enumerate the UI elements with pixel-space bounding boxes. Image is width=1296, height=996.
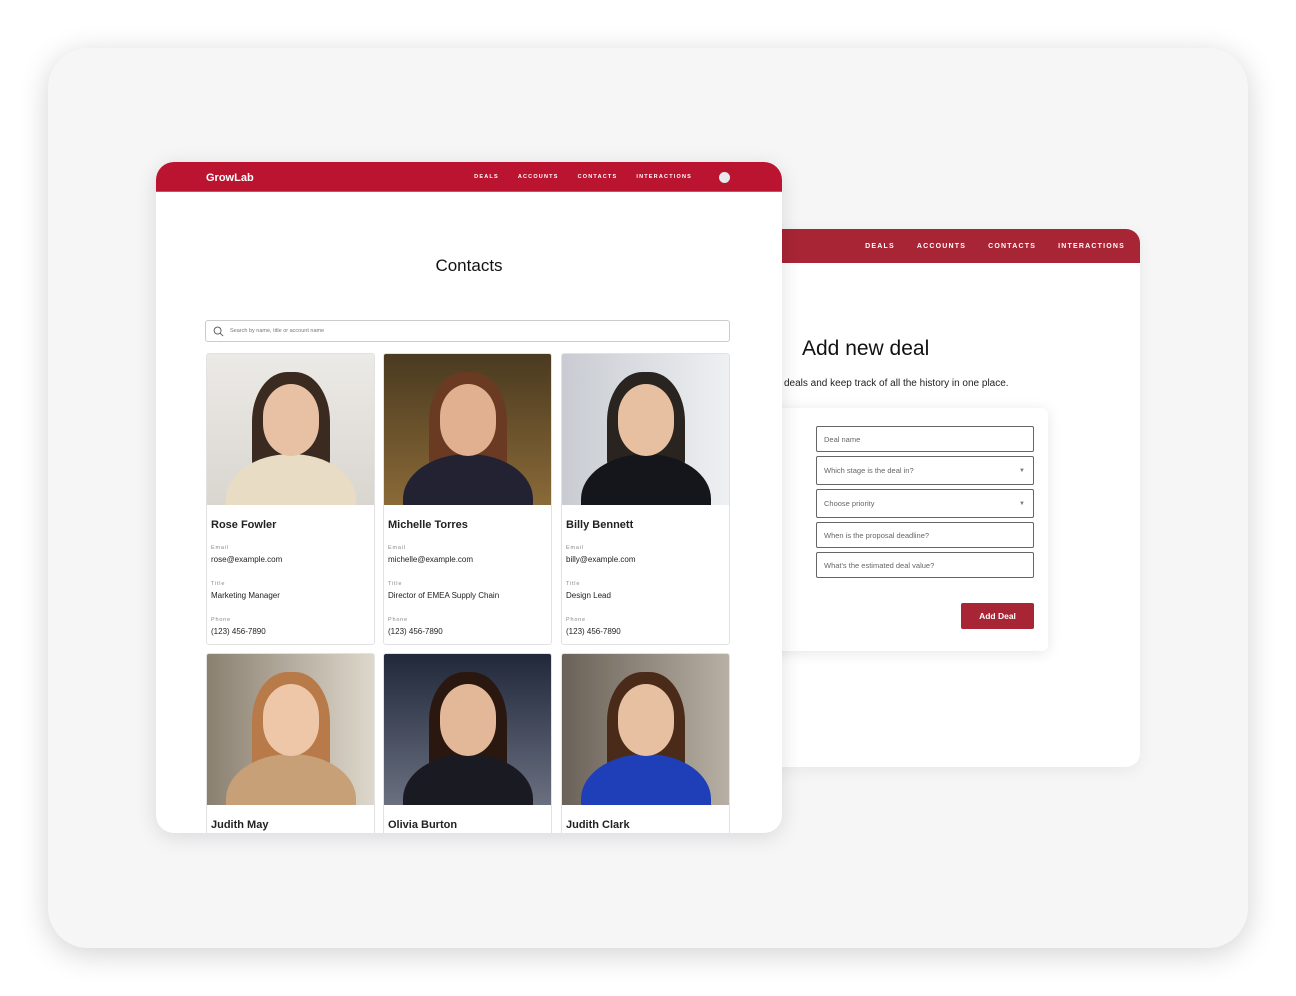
placeholder: What's the estimated deal value? <box>824 560 935 570</box>
placeholder: Which stage is the deal in? <box>824 466 914 475</box>
deal-header-nav: DEALS ACCOUNTS CONTACTS INTERACTIONS <box>770 229 1140 263</box>
email-label: Email <box>566 545 584 551</box>
contact-card[interactable]: Rose Fowler Email rose@example.com Title Ma… <box>206 353 375 645</box>
title-label: Title <box>388 581 403 587</box>
contacts-window: GrowLab DEALS ACCOUNTS CONTACTS INTERACT… <box>156 162 782 833</box>
nav-interactions[interactable]: INTERACTIONS <box>636 174 692 180</box>
stage-select[interactable]: Which stage is the deal in? ▼ <box>816 456 1034 485</box>
title-label: Title <box>566 581 581 587</box>
contacts-header: GrowLab DEALS ACCOUNTS CONTACTS INTERACT… <box>156 162 782 192</box>
search-input[interactable]: Search by name, title or account name <box>205 320 730 342</box>
contact-card[interactable]: Judith Clark <box>561 653 730 833</box>
contact-photo <box>562 354 729 505</box>
search-placeholder: Search by name, title or account name <box>230 328 325 334</box>
contact-title: Marketing Manager <box>211 591 280 600</box>
contact-email: michelle@example.com <box>388 555 474 564</box>
add-deal-window: DEALS ACCOUNTS CONTACTS INTERACTIONS Add… <box>770 229 1140 767</box>
search-icon <box>213 326 224 336</box>
contact-card[interactable]: Olivia Burton <box>383 653 552 833</box>
contact-title: Director of EMEA Supply Chain <box>388 591 500 600</box>
nav-interactions[interactable]: INTERACTIONS <box>1058 243 1125 250</box>
phone-label: Phone <box>211 617 231 623</box>
deal-form: Deal name Which stage is the deal in? ▼ C… <box>770 408 1048 651</box>
page-title: Contacts <box>435 256 503 275</box>
contact-title: Design Lead <box>566 591 611 600</box>
chevron-down-icon: ▼ <box>1019 500 1025 507</box>
phone-label: Phone <box>566 617 586 623</box>
contact-photo <box>384 354 551 505</box>
deal-name-input[interactable]: Deal name <box>816 426 1034 452</box>
contact-card[interactable]: Judith May <box>206 653 375 833</box>
contact-name: Rose Fowler <box>211 519 277 531</box>
page-title: Add new deal <box>802 337 930 360</box>
chevron-down-icon: ▼ <box>1019 467 1025 474</box>
contact-card[interactable]: Michelle Torres Email michelle@example.com… <box>383 353 552 645</box>
nav-deals[interactable]: DEALS <box>865 243 895 250</box>
contact-card[interactable]: Billy Bennett Email billy@example.com Titl… <box>561 353 730 645</box>
contact-name: Billy Bennett <box>566 519 634 531</box>
contact-email: rose@example.com <box>211 555 283 564</box>
nav-contacts[interactable]: CONTACTS <box>988 243 1036 250</box>
email-label: Email <box>388 545 406 551</box>
growlab-logo[interactable]: GrowLab <box>206 172 254 184</box>
deal-value-input[interactable]: What's the estimated deal value? <box>816 552 1034 578</box>
title-label: Title <box>211 581 226 587</box>
nav-accounts[interactable]: ACCOUNTS <box>518 174 559 180</box>
contact-email: billy@example.com <box>566 555 636 564</box>
contact-phone: (123) 456-7890 <box>566 627 621 636</box>
user-avatar[interactable] <box>719 171 730 183</box>
nav-deals[interactable]: DEALS <box>474 174 499 180</box>
contact-phone: (123) 456-7890 <box>388 627 443 636</box>
contact-photo <box>207 354 374 505</box>
contact-name: Judith May <box>211 819 269 831</box>
nav-contacts[interactable]: CONTACTS <box>578 174 618 180</box>
contact-name: Michelle Torres <box>388 519 468 531</box>
placeholder: Choose priority <box>824 499 875 508</box>
contact-photo <box>384 654 551 805</box>
placeholder: When is the proposal deadline? <box>824 530 930 540</box>
priority-select[interactable]: Choose priority ▼ <box>816 489 1034 518</box>
contact-name: Judith Clark <box>566 819 630 831</box>
contact-photo <box>207 654 374 805</box>
nav-accounts[interactable]: ACCOUNTS <box>917 243 966 250</box>
page-subtitle: deals and keep track of all the history … <box>784 378 1009 389</box>
email-label: Email <box>211 545 229 551</box>
contact-photo <box>562 654 729 805</box>
contact-phone: (123) 456-7890 <box>211 627 266 636</box>
contact-name: Olivia Burton <box>388 819 458 831</box>
phone-label: Phone <box>388 617 408 623</box>
add-deal-button[interactable]: Add Deal <box>961 603 1034 629</box>
placeholder: Deal name <box>824 434 861 444</box>
deadline-input[interactable]: When is the proposal deadline? <box>816 522 1034 548</box>
